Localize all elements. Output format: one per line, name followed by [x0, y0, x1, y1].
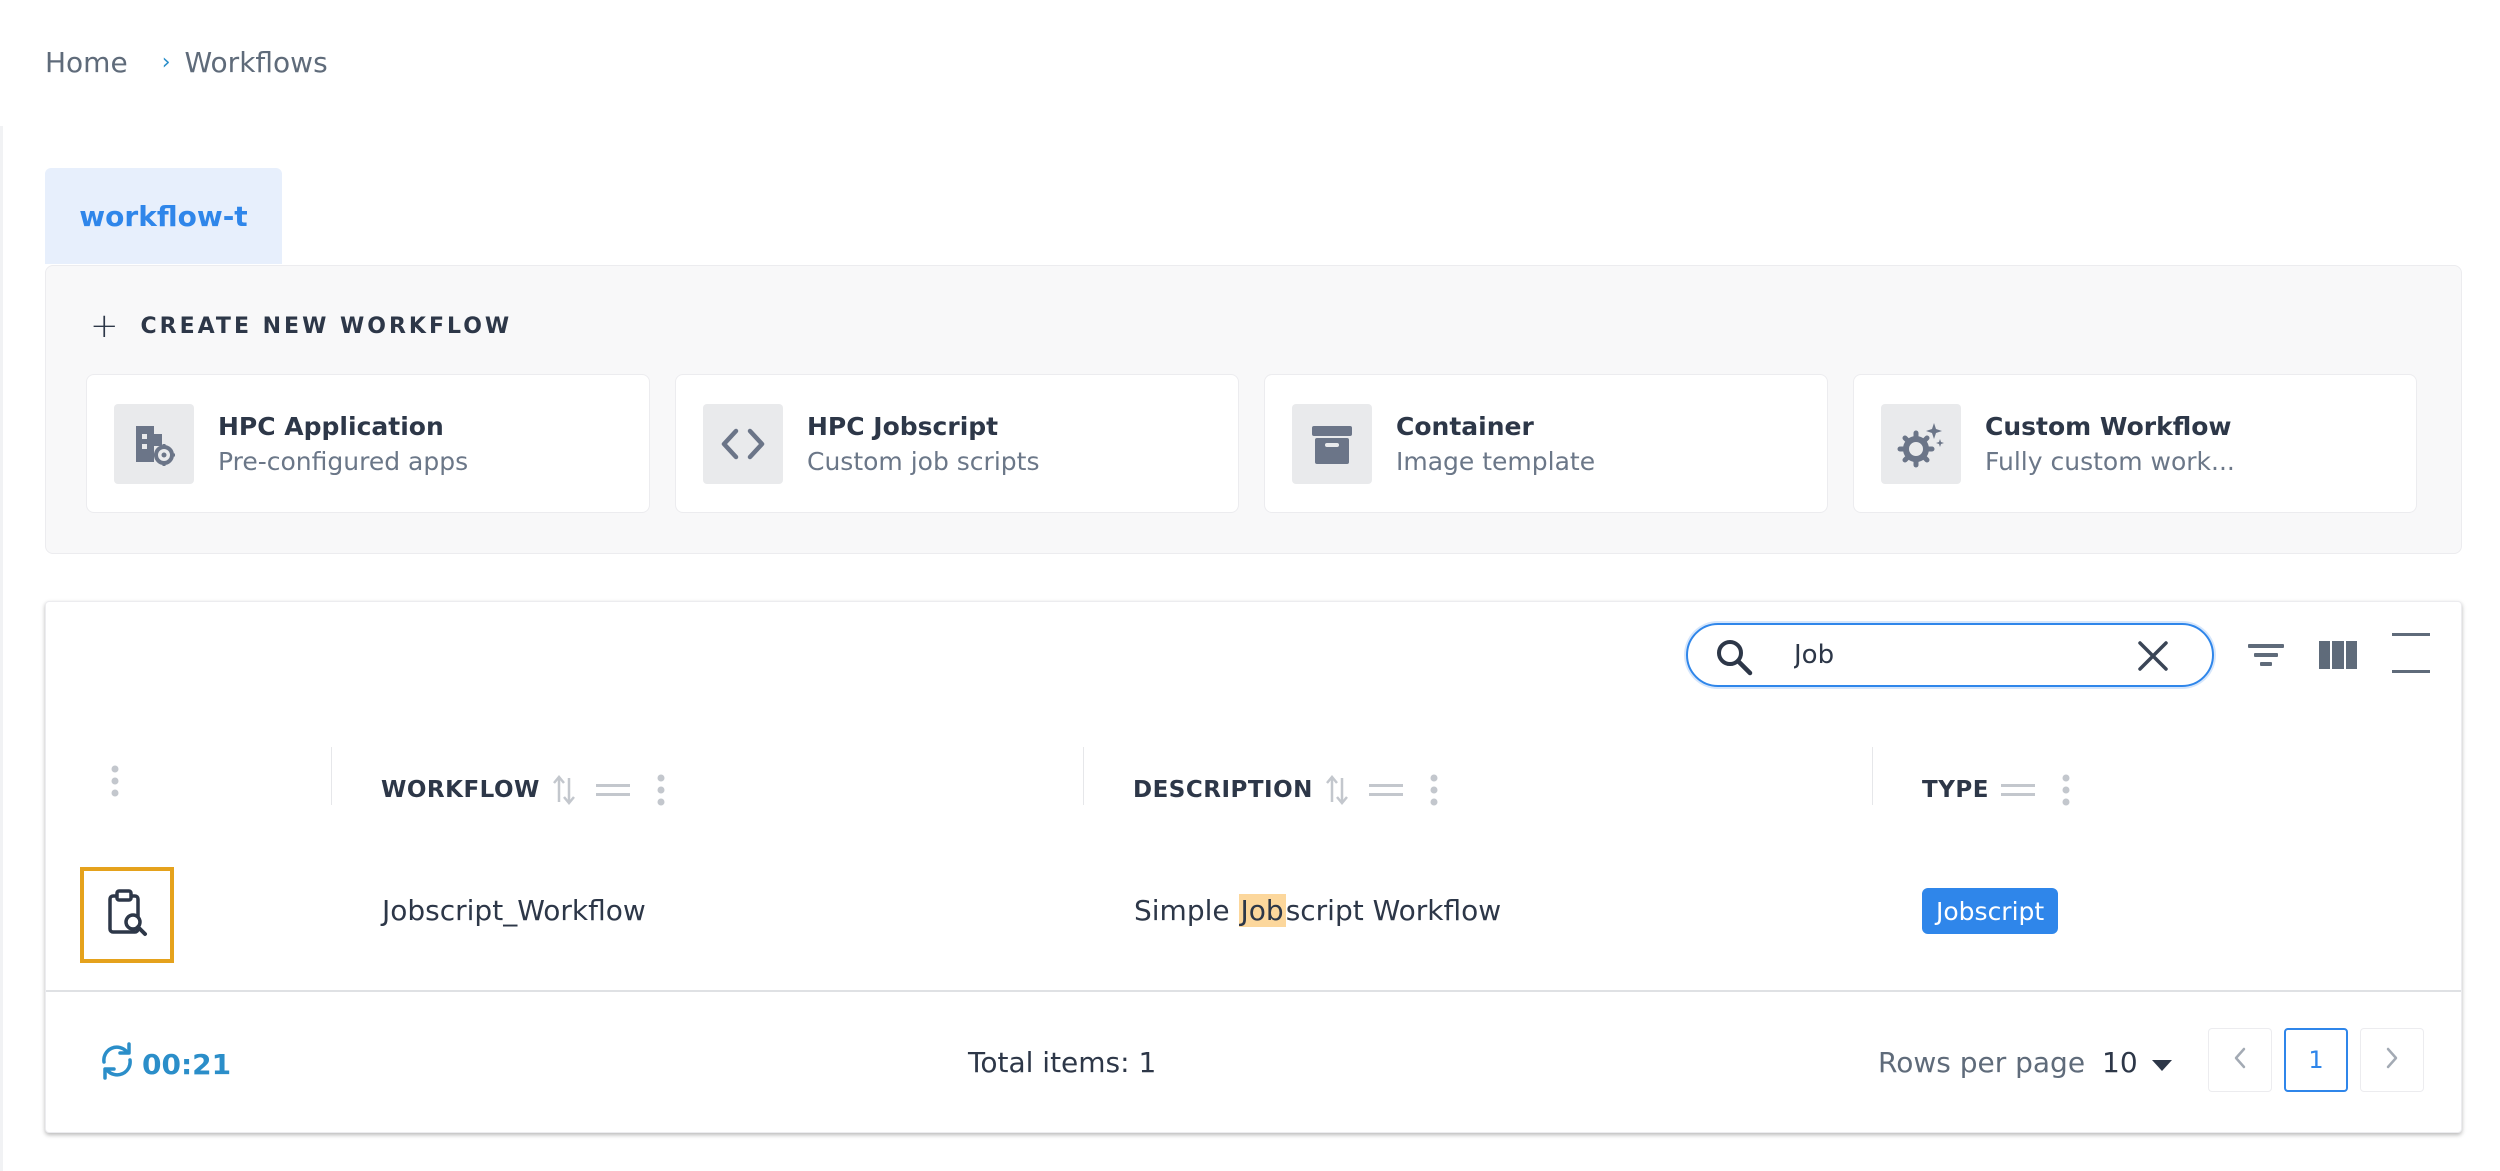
- column-menu-icon[interactable]: [656, 773, 666, 807]
- chevron-right-icon: [2384, 1046, 2400, 1074]
- cell-description: Simple Jobscript Workflow: [1134, 894, 1501, 927]
- search-match-highlight: Job: [1238, 894, 1286, 927]
- search-icon: [1714, 637, 1754, 681]
- breadcrumb: Home › Workflows: [45, 40, 328, 84]
- column-divider: [331, 747, 332, 805]
- create-workflow-panel: + CREATE NEW WORKFLOW HPC Application Pr…: [45, 265, 2462, 554]
- card-subtitle: Fully custom work...: [1985, 446, 2235, 476]
- page-1-button[interactable]: 1: [2284, 1028, 2348, 1092]
- card-subtitle: Pre-configured apps: [218, 446, 469, 476]
- chevron-left-icon: [2232, 1046, 2248, 1074]
- card-custom-workflow[interactable]: Custom Workflow Fully custom work...: [1853, 374, 2417, 513]
- total-items: Total items: 1: [968, 1046, 1157, 1079]
- auto-refresh-timer[interactable]: 00:21: [96, 1040, 232, 1089]
- column-header-type: TYPE: [1922, 770, 2071, 810]
- filter-icon[interactable]: [2246, 635, 2286, 679]
- card-subtitle: Custom job scripts: [807, 446, 1040, 476]
- rows-per-page-label: Rows per page: [1878, 1046, 2086, 1079]
- clipboard-search-icon: [104, 888, 150, 942]
- column-header-label: WORKFLOW: [381, 777, 540, 803]
- rows-per-page-value: 10: [2102, 1045, 2138, 1079]
- drag-handle-icon[interactable]: [1368, 782, 1403, 798]
- card-subtitle: Image template: [1396, 446, 1596, 476]
- next-page-button[interactable]: [2360, 1028, 2424, 1092]
- breadcrumb-separator-icon: ›: [161, 49, 171, 75]
- card-title: HPC Jobscript: [807, 411, 999, 441]
- archive-box-icon: [1292, 403, 1372, 484]
- workflows-table-panel: WORKFLOW DESCRIPTION TYPE: [45, 601, 2462, 1133]
- drag-handle-icon[interactable]: [595, 782, 630, 798]
- column-header-description: DESCRIPTION: [1133, 770, 1439, 810]
- density-icon[interactable]: [2390, 630, 2432, 680]
- table-footer-divider: [46, 990, 2461, 992]
- column-header-workflow: WORKFLOW: [381, 770, 666, 810]
- card-container[interactable]: Container Image template: [1264, 374, 1828, 513]
- drag-handle-icon[interactable]: [2000, 782, 2035, 798]
- app-gear-icon: [114, 403, 194, 484]
- create-new-workflow-button[interactable]: + CREATE NEW WORKFLOW: [90, 306, 512, 346]
- breadcrumb-home-link[interactable]: Home: [45, 46, 128, 79]
- card-title: Custom Workflow: [1985, 411, 2232, 441]
- rows-per-page-select[interactable]: 10: [2102, 1042, 2172, 1082]
- tab-workflow-t[interactable]: workflow-t: [45, 168, 282, 264]
- row-actions-menu-icon[interactable]: [110, 764, 120, 798]
- previous-page-button[interactable]: [2208, 1028, 2272, 1092]
- column-divider: [1083, 747, 1084, 805]
- timer-value: 00:21: [142, 1047, 232, 1081]
- description-text: script Workflow: [1285, 894, 1502, 927]
- column-menu-icon[interactable]: [1429, 773, 1439, 807]
- card-title: HPC Application: [218, 411, 444, 441]
- column-header-label: DESCRIPTION: [1133, 777, 1313, 803]
- breadcrumb-current: Workflows: [184, 45, 328, 79]
- column-menu-icon[interactable]: [2061, 773, 2071, 807]
- page-left-edge: [0, 126, 3, 1171]
- chevron-down-icon: [2151, 1046, 2172, 1079]
- card-hpc-jobscript[interactable]: HPC Jobscript Custom job scripts: [675, 374, 1239, 513]
- description-text: Simple: [1134, 894, 1239, 927]
- cell-workflow-name[interactable]: Jobscript_Workflow: [382, 894, 646, 927]
- type-badge[interactable]: Jobscript: [1922, 888, 2059, 934]
- columns-icon[interactable]: [2318, 635, 2358, 679]
- sort-icon[interactable]: [552, 774, 576, 806]
- card-title: Container: [1396, 411, 1534, 441]
- create-new-workflow-label: CREATE NEW WORKFLOW: [140, 313, 513, 339]
- column-header-label: TYPE: [1922, 777, 1989, 803]
- gear-sparkle-icon: [1881, 403, 1961, 484]
- column-divider: [1872, 747, 1873, 805]
- search-input[interactable]: [1794, 635, 2094, 675]
- search-box: [1686, 623, 2214, 687]
- card-hpc-application[interactable]: HPC Application Pre-configured apps: [86, 374, 650, 513]
- code-icon: [703, 403, 783, 484]
- plus-icon: +: [90, 306, 119, 346]
- clear-search-icon[interactable]: [2136, 639, 2170, 677]
- sort-icon[interactable]: [1325, 774, 1349, 806]
- refresh-icon: [96, 1040, 138, 1089]
- view-details-button[interactable]: [80, 867, 174, 963]
